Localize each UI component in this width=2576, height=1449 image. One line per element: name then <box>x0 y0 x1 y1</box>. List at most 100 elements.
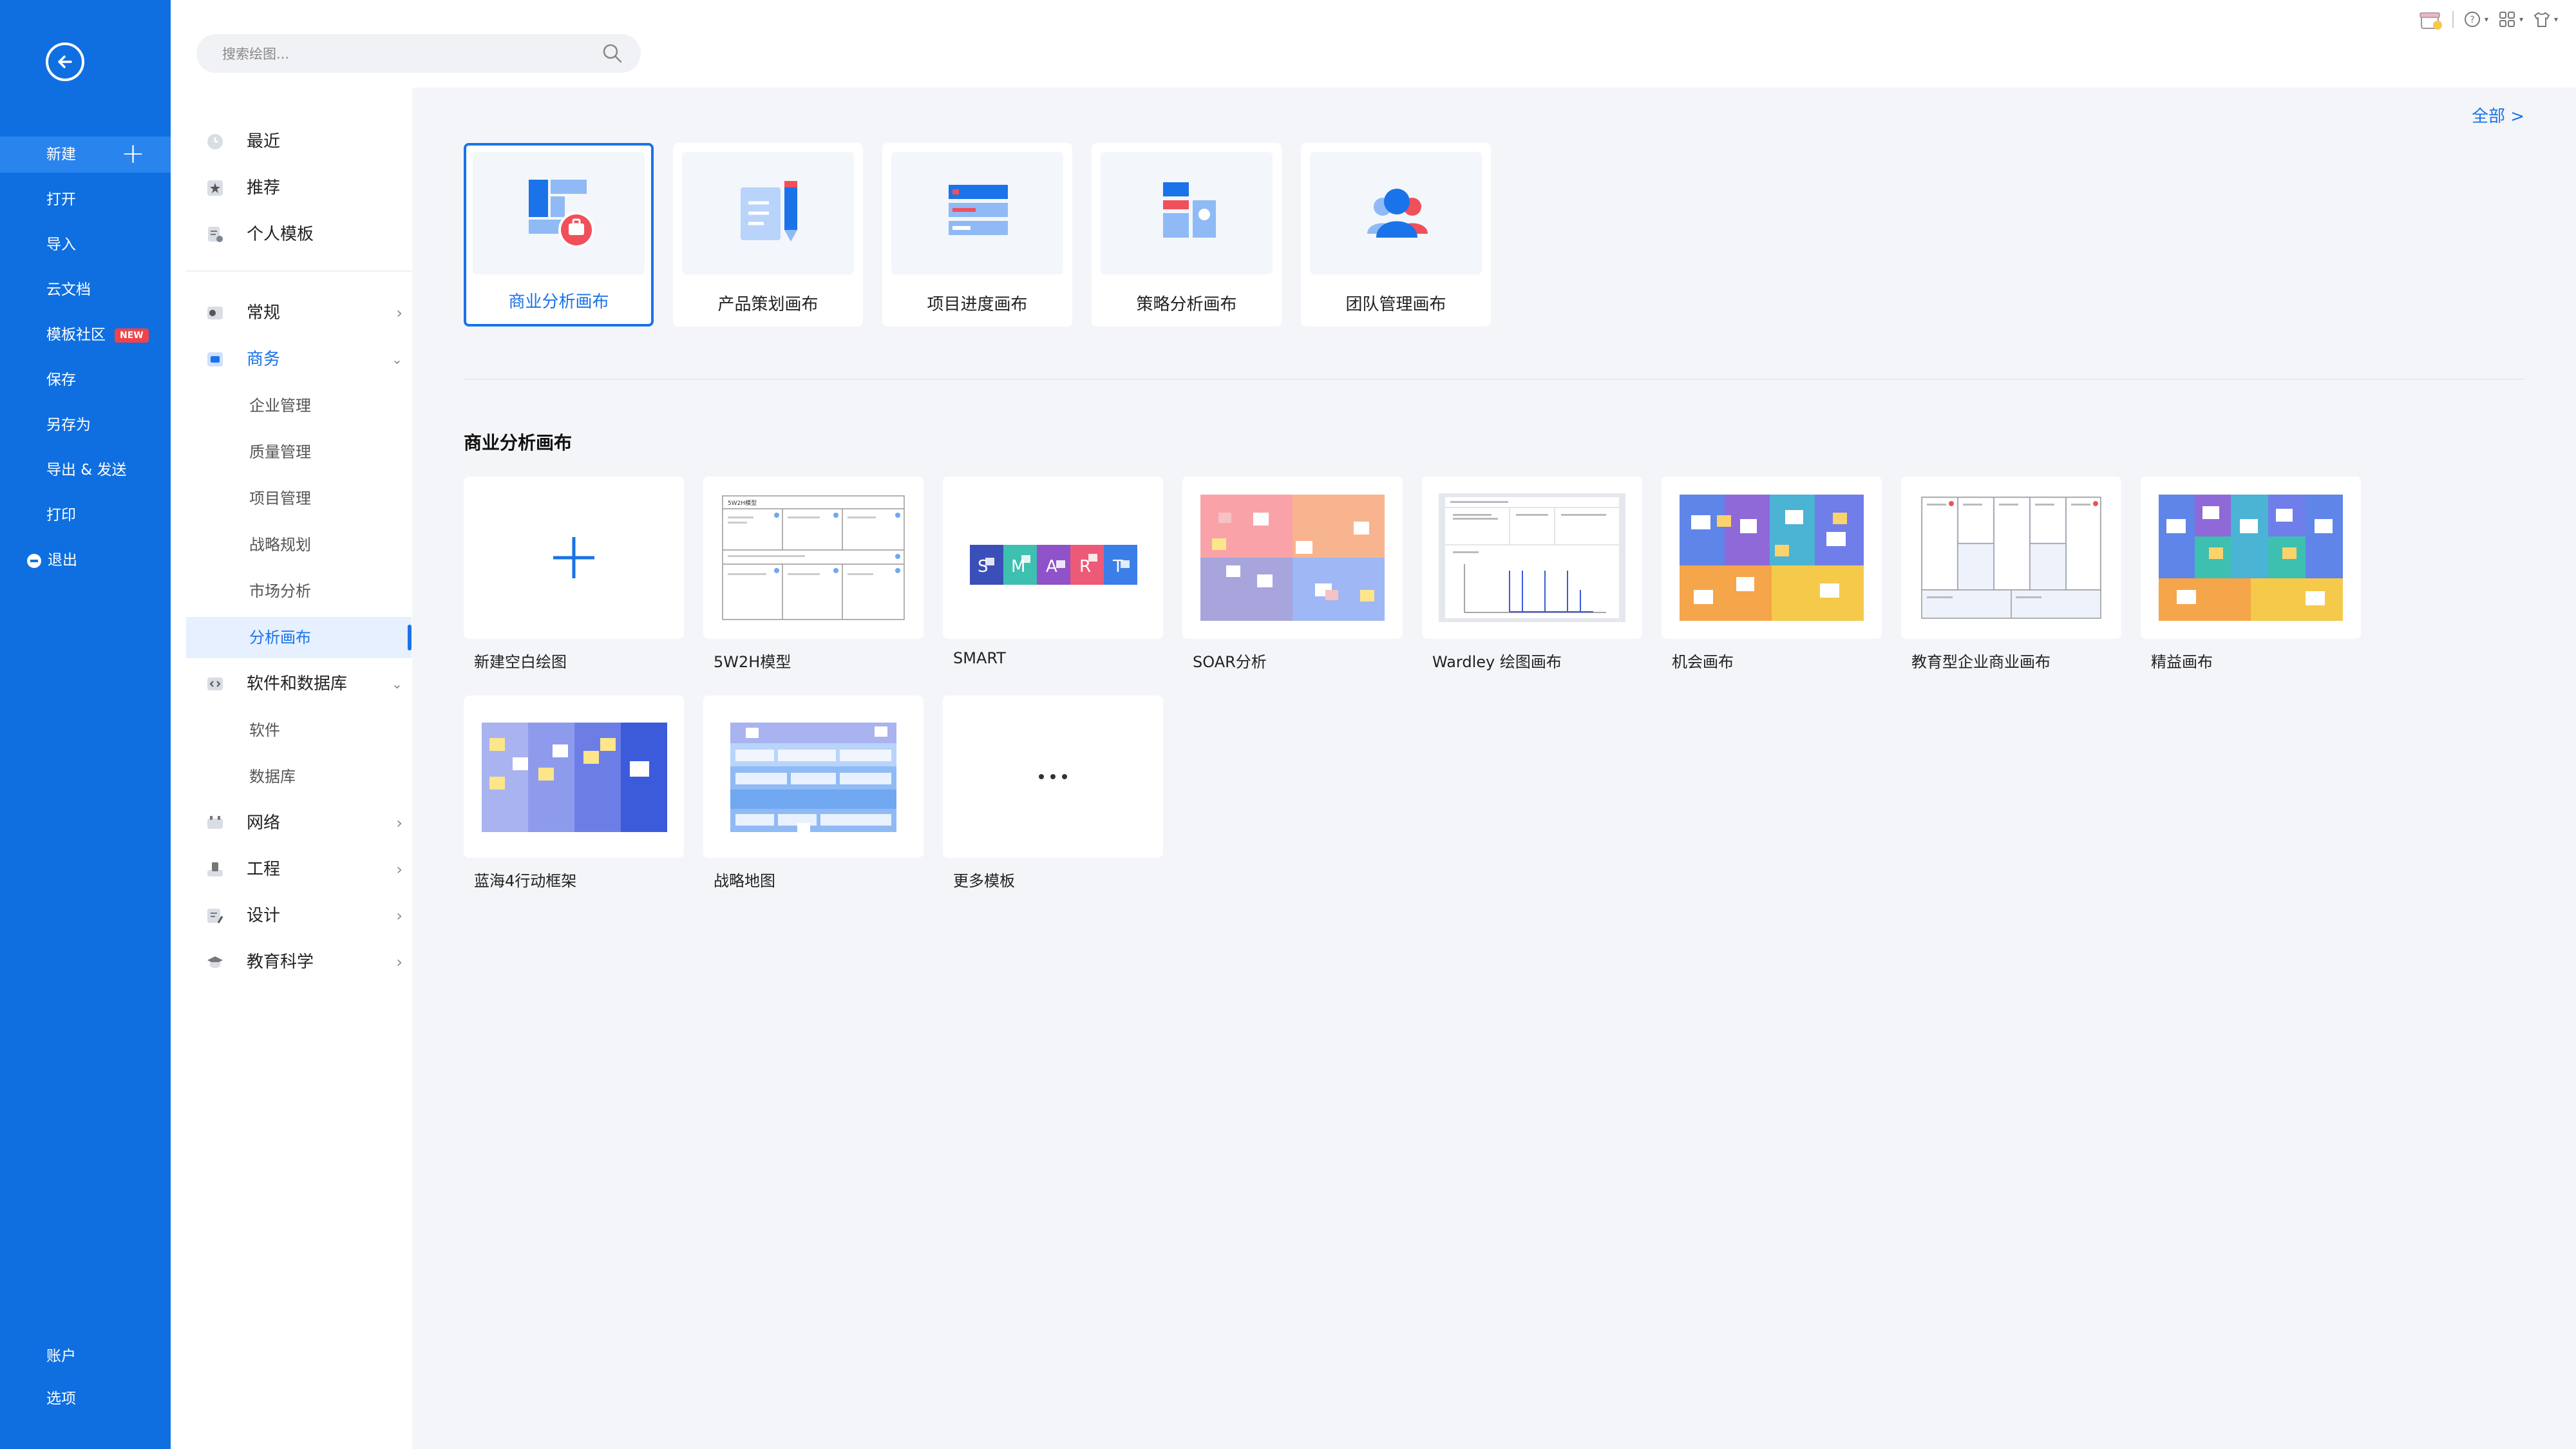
template-card-blue-ocean[interactable] <box>464 696 684 858</box>
soar-thumbnail <box>1200 495 1385 621</box>
back-button[interactable] <box>46 43 84 81</box>
menu-new[interactable]: 新建 + <box>0 137 171 173</box>
subcategory-strategic-planning[interactable]: 战略规划 <box>186 524 412 565</box>
menu-options-label: 选项 <box>46 1390 76 1407</box>
smart-thumbnail: S M A R T <box>970 545 1137 585</box>
view-all-link[interactable]: 全部 > <box>2472 103 2524 127</box>
template-card-label: 更多模板 <box>953 872 1015 890</box>
plus-icon <box>553 537 594 578</box>
template-card-more-templates[interactable] <box>943 696 1163 858</box>
menu-export-send-label: 导出 & 发送 <box>46 462 127 478</box>
subcategory-quality-management[interactable]: 质量管理 <box>186 431 412 473</box>
subcategory-project-management[interactable]: 项目管理 <box>186 478 412 519</box>
category-design-label: 设计 <box>247 906 281 925</box>
5w2h-thumb-title: 5W2H模型 <box>728 500 757 507</box>
search-box[interactable] <box>196 34 641 74</box>
menu-print-label: 打印 <box>46 507 76 524</box>
engineering-icon <box>207 862 223 876</box>
subcategory-label: 分析画布 <box>249 629 311 647</box>
subcategory-label: 战略规划 <box>249 536 311 554</box>
gift-icon[interactable] <box>2418 8 2443 31</box>
template-category-strategy-analysis-canvas[interactable]: 策略分析画布 <box>1092 143 1282 327</box>
template-card-label: 战略地图 <box>714 872 775 890</box>
menu-template-community[interactable]: 模板社区 NEW <box>0 317 171 353</box>
education-icon <box>207 956 223 968</box>
menu-account-label: 账户 <box>46 1348 76 1365</box>
category-engineering[interactable]: 工程 › <box>186 849 412 890</box>
template-category-team-management-canvas[interactable]: 团队管理画布 <box>1301 143 1491 327</box>
menu-import-label: 导入 <box>46 236 76 253</box>
category-software-database-label: 软件和数据库 <box>247 674 348 694</box>
menu-open[interactable]: 打开 <box>0 182 171 218</box>
subcategory-label: 质量管理 <box>249 443 311 461</box>
subcategory-analysis-canvas[interactable]: 分析画布 <box>186 617 412 658</box>
template-card-wardley[interactable] <box>1422 477 1642 639</box>
subcategory-database[interactable]: 数据库 <box>186 756 412 797</box>
smart-letter: A <box>1046 557 1057 576</box>
subcategory-enterprise-management[interactable]: 企业管理 <box>186 385 412 426</box>
team-management-icon <box>1310 152 1482 274</box>
menu-export-send[interactable]: 导出 & 发送 <box>0 452 171 488</box>
template-category-label: 团队管理画布 <box>1345 295 1446 314</box>
template-card-5w2h[interactable]: 5W2H模型 <box>703 477 923 639</box>
menu-exit[interactable]: 退出 <box>0 542 171 578</box>
chevron-right-icon: › <box>396 814 402 832</box>
category-network[interactable]: 网络 › <box>186 802 412 844</box>
chevron-right-icon: › <box>396 907 402 925</box>
category-recent-label: 最近 <box>247 132 281 151</box>
menu-print[interactable]: 打印 <box>0 497 171 533</box>
category-education-science[interactable]: 教育科学 › <box>186 942 412 983</box>
help-icon[interactable]: ? ▾ <box>2463 10 2488 29</box>
category-design[interactable]: 设计 › <box>186 895 412 936</box>
chevron-right-icon: › <box>396 953 402 971</box>
arrow-left-icon <box>58 55 72 68</box>
search-icon[interactable] <box>602 43 623 64</box>
template-category-business-analysis-canvas[interactable]: 商业分析画布 <box>464 143 654 327</box>
category-software-database[interactable]: 软件和数据库 ⌄ <box>186 663 412 705</box>
template-card-strategy-map[interactable] <box>703 696 923 858</box>
category-recent[interactable]: 最近 <box>186 121 412 162</box>
template-card-label: 机会画布 <box>1672 653 1734 671</box>
top-bar: ? ▾ ▾ ▾ <box>171 0 2576 88</box>
menu-save-as[interactable]: 另存为 <box>0 407 171 443</box>
blue-ocean-thumbnail <box>482 723 667 832</box>
business-analysis-icon <box>473 152 645 274</box>
chevron-right-icon: › <box>396 304 402 322</box>
subcategory-market-analysis[interactable]: 市场分析 <box>186 571 412 612</box>
template-card-lean-canvas[interactable] <box>2141 477 2361 639</box>
category-recommended[interactable]: 推荐 <box>186 167 412 209</box>
template-card-new-blank[interactable] <box>464 477 684 639</box>
apps-icon[interactable]: ▾ <box>2497 10 2523 29</box>
template-category-project-progress-canvas[interactable]: 项目进度画布 <box>882 143 1072 327</box>
menu-save[interactable]: 保存 <box>0 362 171 398</box>
template-card-label: 教育型企业商业画布 <box>1911 653 2050 671</box>
star-icon <box>207 180 223 196</box>
template-category-product-planning-canvas[interactable]: 产品策划画布 <box>673 143 863 327</box>
subcategory-label: 市场分析 <box>249 582 311 600</box>
menu-cloud-docs[interactable]: 云文档 <box>0 272 171 308</box>
menu-account[interactable]: 账户 <box>0 1338 171 1374</box>
main-menu-sidebar: 新建 + 打开 导入 云文档 模板社区 NEW 保存 另存为 导出 & 发送 打印… <box>0 0 171 1449</box>
template-card-education-business-canvas[interactable] <box>1901 477 2121 639</box>
chevron-right-icon: › <box>396 860 402 878</box>
template-card-opportunity-canvas[interactable] <box>1662 477 1882 639</box>
search-input[interactable] <box>221 34 584 74</box>
menu-import[interactable]: 导入 <box>0 227 171 263</box>
shirt-icon[interactable]: ▾ <box>2532 10 2558 29</box>
menu-options[interactable]: 选项 <box>0 1381 171 1417</box>
code-icon <box>207 677 223 690</box>
clock-icon <box>207 134 223 149</box>
template-card-smart[interactable]: S M A R T <box>943 477 1163 639</box>
svg-text:?: ? <box>2470 15 2474 25</box>
category-education-science-label: 教育科学 <box>247 952 314 972</box>
category-personal-templates[interactable]: 个人模板 <box>186 214 412 255</box>
template-card-soar[interactable] <box>1182 477 1403 639</box>
template-card-label: 蓝海4行动框架 <box>474 872 577 890</box>
category-business[interactable]: 商务 ⌄ <box>186 339 412 380</box>
category-personal-templates-label: 个人模板 <box>247 225 314 244</box>
plus-icon[interactable]: + <box>121 137 145 171</box>
category-general[interactable]: 常规 › <box>186 292 412 334</box>
subcategory-software[interactable]: 软件 <box>186 710 412 751</box>
template-category-label: 策略分析画布 <box>1136 295 1237 314</box>
template-card-label: 5W2H模型 <box>714 653 791 671</box>
